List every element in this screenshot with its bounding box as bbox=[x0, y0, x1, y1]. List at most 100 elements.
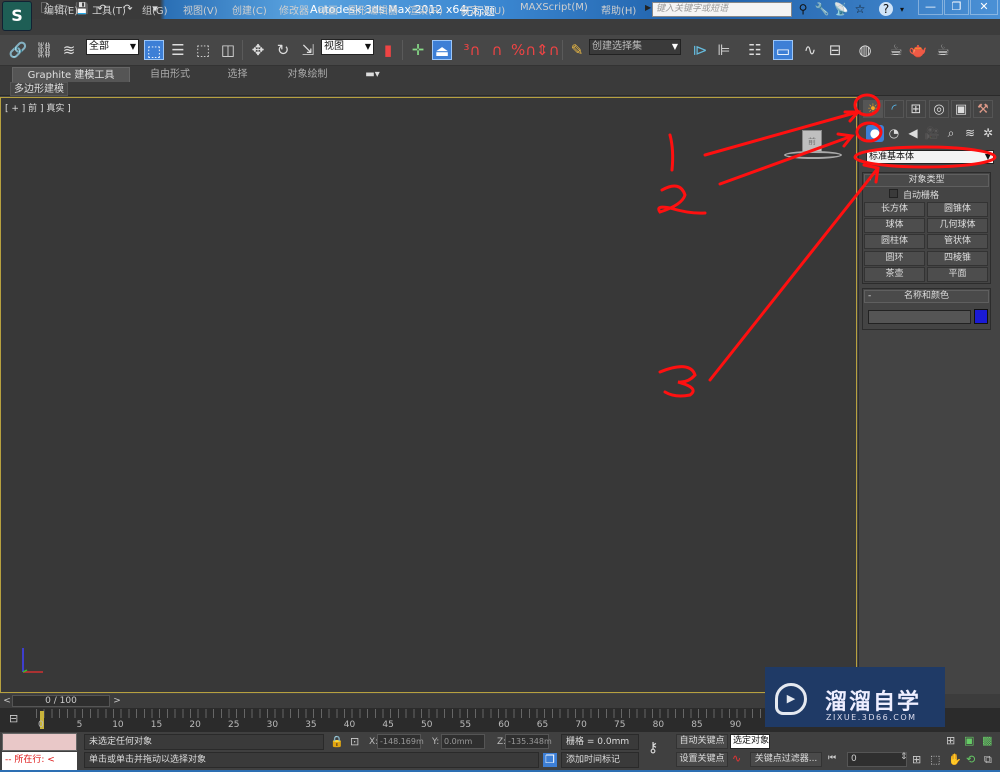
ribbon-tab-selection[interactable]: 选择 bbox=[215, 67, 260, 82]
selection-filter-dropdown[interactable]: 全部 ▼ bbox=[86, 39, 139, 55]
select-by-name-icon[interactable]: ☰ bbox=[168, 40, 188, 60]
viewport-front[interactable] bbox=[0, 97, 857, 693]
menu-animation[interactable]: 动画 bbox=[318, 2, 338, 17]
select-and-link-icon[interactable]: 🔗 bbox=[8, 40, 28, 60]
percent-snap-icon[interactable]: %∩ bbox=[511, 40, 536, 60]
ribbon-tab-object-paint[interactable]: 对象绘制 bbox=[275, 67, 340, 82]
time-slider[interactable]: 0 / 100 bbox=[12, 695, 110, 707]
pyramid-button[interactable]: 四棱锥 bbox=[927, 251, 988, 266]
app-menu-logo-button[interactable]: S bbox=[2, 1, 32, 31]
search-input[interactable]: 键入关键字或短语 bbox=[652, 2, 792, 17]
help-dropdown-icon[interactable]: ▾ bbox=[894, 2, 910, 17]
frame-spinner-icon[interactable]: ⇕ bbox=[900, 752, 908, 762]
select-and-rotate-icon[interactable]: ↻ bbox=[273, 40, 293, 60]
menu-views[interactable]: 视图(V) bbox=[183, 2, 218, 17]
help-icon[interactable]: ? bbox=[879, 2, 893, 16]
geosphere-button[interactable]: 几何球体 bbox=[927, 218, 988, 233]
cone-button[interactable]: 圆锥体 bbox=[927, 202, 988, 217]
viewport-label[interactable]: [ + ] 前 ] 真实 ] bbox=[5, 101, 71, 114]
current-frame-field[interactable]: 0 bbox=[847, 752, 907, 767]
named-selection-set-dropdown[interactable]: 创建选择集 ▼ bbox=[589, 39, 681, 55]
field-of-view-icon[interactable]: ⊞ bbox=[912, 753, 921, 766]
object-category-dropdown[interactable]: 标准基本体 ▼ bbox=[866, 150, 994, 164]
motion-tab-icon[interactable]: ◎ bbox=[929, 100, 949, 118]
rendered-frame-window-icon[interactable]: 🫖 bbox=[908, 40, 928, 60]
zoom-extents-all-icon[interactable]: ⊞ bbox=[946, 734, 955, 747]
curve-editor-mini-icon[interactable]: ⊟ bbox=[9, 712, 18, 725]
select-object-icon[interactable]: ⬚ bbox=[144, 40, 164, 60]
menu-maxscript[interactable]: MAXScript(M) bbox=[520, 2, 588, 13]
tube-button[interactable]: 管状体 bbox=[927, 234, 988, 249]
shapes-icon[interactable]: ◔ bbox=[885, 125, 903, 142]
set-key-icon[interactable]: ⚷ bbox=[648, 740, 658, 756]
search-expand-icon[interactable]: ▶ bbox=[645, 3, 651, 12]
previous-frame-icon[interactable]: < bbox=[2, 695, 12, 707]
viewcube-compass-ring[interactable] bbox=[784, 151, 842, 159]
z-coordinate-field[interactable]: -135.348m bbox=[505, 734, 552, 749]
graphite-toggle-icon[interactable]: ▭ bbox=[773, 40, 793, 60]
menu-modifiers[interactable]: 修改器 bbox=[279, 2, 309, 17]
modify-tab-icon[interactable]: ◜ bbox=[884, 100, 904, 118]
curve-editor-icon[interactable]: ∿ bbox=[800, 40, 820, 60]
cylinder-button[interactable]: 圆柱体 bbox=[864, 234, 925, 249]
default-tangent-icon[interactable]: ∿ bbox=[732, 752, 741, 765]
key-selection-dropdown[interactable]: 选定对象 bbox=[730, 734, 770, 749]
menu-group[interactable]: 组(G) bbox=[142, 2, 168, 17]
polygon-modeling-panel[interactable]: 多边形建模 bbox=[10, 82, 68, 96]
wrench-icon[interactable]: 🔧 bbox=[814, 2, 830, 17]
window-crossing-icon[interactable]: ◫ bbox=[218, 40, 238, 60]
maxscript-listener-input[interactable] bbox=[2, 733, 77, 751]
hierarchy-tab-icon[interactable]: ⊞ bbox=[906, 100, 926, 118]
orbit-icon[interactable]: ⟲ bbox=[966, 753, 975, 766]
next-frame-icon[interactable]: > bbox=[112, 695, 122, 707]
rectangular-selection-icon[interactable]: ⬚ bbox=[193, 40, 213, 60]
select-and-scale-icon[interactable]: ⇲ bbox=[298, 40, 318, 60]
maximize-viewport-icon[interactable]: ⧉ bbox=[984, 753, 992, 767]
plane-button[interactable]: 平面 bbox=[927, 267, 988, 282]
unlink-selection-icon[interactable]: ⛓ bbox=[34, 40, 54, 60]
material-editor-icon[interactable]: ◍ bbox=[855, 40, 875, 60]
menu-customize[interactable]: 自定义(U) bbox=[460, 2, 505, 17]
name-and-color-rollout-header[interactable]: - 名称和颜色 bbox=[864, 290, 989, 303]
selection-lock-icon[interactable]: 🔒 bbox=[330, 735, 344, 748]
mirror-icon[interactable]: ⧐ bbox=[690, 40, 710, 60]
add-time-tag-button[interactable]: 添加时间标记 bbox=[561, 752, 639, 768]
bind-to-space-warp-icon[interactable]: ≋ bbox=[59, 40, 79, 60]
menu-edit[interactable]: 编辑(E) bbox=[44, 2, 78, 17]
spinner-snap-icon[interactable]: ⇕∩ bbox=[536, 40, 560, 60]
menu-tools[interactable]: 工具(T) bbox=[92, 2, 126, 17]
region-zoom-icon[interactable]: ⬚ bbox=[930, 753, 940, 766]
star-icon[interactable]: ☆ bbox=[852, 2, 868, 17]
display-tab-icon[interactable]: ▣ bbox=[951, 100, 971, 118]
object-name-input[interactable] bbox=[868, 310, 971, 324]
satellite-icon[interactable]: 📡 bbox=[833, 2, 849, 17]
utilities-tab-icon[interactable]: ⚒ bbox=[973, 100, 993, 118]
menu-graph-editors[interactable]: 图形编辑器 bbox=[348, 2, 398, 17]
y-coordinate-field[interactable]: 0.0mm bbox=[441, 734, 485, 749]
layer-manager-icon[interactable]: ☷ bbox=[745, 40, 765, 60]
ribbon-tab-freeform[interactable]: 自由形式 bbox=[140, 67, 200, 82]
restore-button[interactable]: ❐ bbox=[944, 0, 969, 15]
cameras-icon[interactable]: 🎥 bbox=[923, 125, 941, 142]
object-color-swatch[interactable] bbox=[974, 309, 988, 324]
reference-coordinate-dropdown[interactable]: 视图 ▼ bbox=[321, 39, 374, 55]
lights-icon[interactable]: ◀ bbox=[904, 125, 922, 142]
space-warps-icon[interactable]: ≋ bbox=[961, 125, 979, 142]
pivot-point-center-icon[interactable]: ▮ bbox=[378, 40, 398, 60]
create-tab-icon[interactable]: ☀ bbox=[863, 100, 883, 118]
time-configuration-icon[interactable]: ⏮ bbox=[828, 753, 836, 763]
ribbon-options-icon[interactable]: ▬▾ bbox=[360, 67, 385, 82]
zoom-all-icon[interactable]: ▩ bbox=[982, 734, 992, 747]
render-production-icon[interactable]: ☕ bbox=[933, 40, 953, 60]
angle-snap-icon[interactable]: ∩ bbox=[487, 40, 507, 60]
torus-button[interactable]: 圆环 bbox=[864, 251, 925, 266]
object-type-rollout-header[interactable]: - 对象类型 bbox=[864, 174, 989, 187]
ribbon-tab-graphite[interactable]: Graphite 建模工具 bbox=[12, 67, 130, 82]
select-and-move-icon[interactable]: ✥ bbox=[248, 40, 268, 60]
systems-icon[interactable]: ✲ bbox=[979, 125, 997, 142]
set-key-button[interactable]: 设置关键点 bbox=[676, 752, 728, 767]
sphere-button[interactable]: 球体 bbox=[864, 218, 925, 233]
time-tag-icon[interactable]: ❐ bbox=[543, 753, 557, 767]
pan-hand-icon[interactable]: ✋ bbox=[948, 753, 962, 766]
auto-key-button[interactable]: 自动关键点 bbox=[676, 734, 728, 749]
